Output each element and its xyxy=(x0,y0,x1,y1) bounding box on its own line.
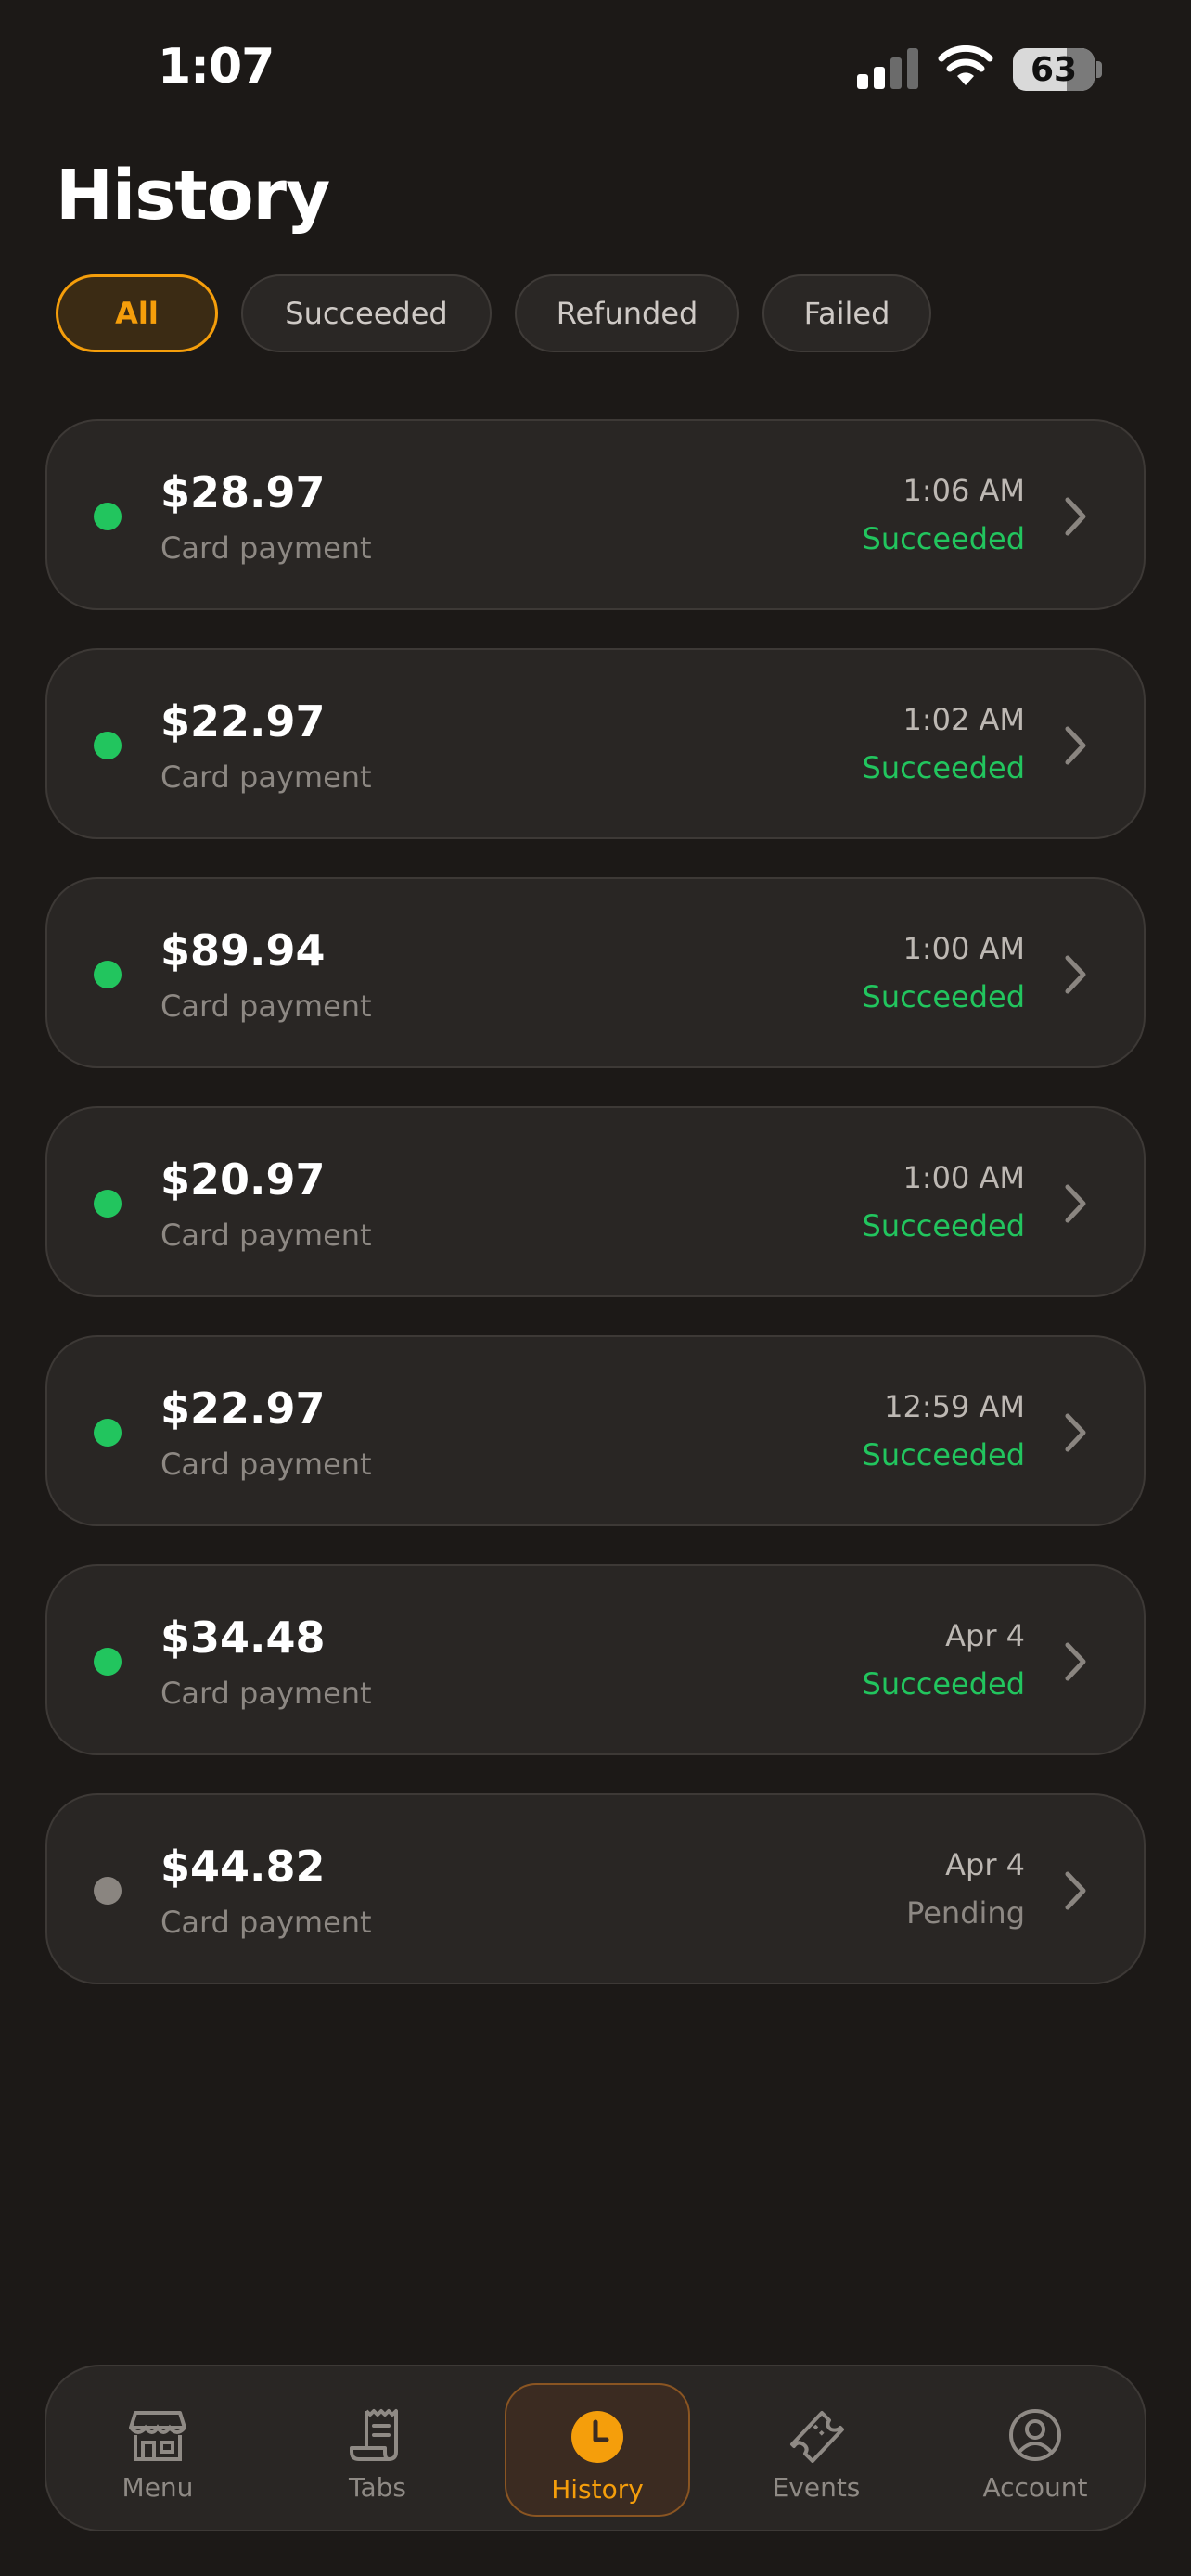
receipt-icon xyxy=(350,2409,398,2461)
transaction-card[interactable]: $20.97 Card payment 1:00 AM Succeeded xyxy=(45,1106,1146,1297)
transaction-card[interactable]: $34.48 Card payment Apr 4 Succeeded xyxy=(45,1564,1146,1755)
tab-tabs[interactable]: Tabs xyxy=(285,2383,470,2517)
transaction-amount: $34.48 xyxy=(160,1613,326,1663)
filter-failed[interactable]: Failed xyxy=(762,274,931,352)
filter-succeeded[interactable]: Succeeded xyxy=(241,274,492,352)
transaction-status: Succeeded xyxy=(862,1208,1025,1243)
tab-history[interactable]: History xyxy=(505,2383,690,2517)
status-dot xyxy=(94,1190,122,1218)
transaction-amount: $89.94 xyxy=(160,925,326,976)
status-dot xyxy=(94,732,122,759)
chevron-right-icon xyxy=(1065,1642,1086,1681)
filter-refunded[interactable]: Refunded xyxy=(515,274,739,352)
payment-method: Card payment xyxy=(160,1218,372,1253)
tab-account[interactable]: Account xyxy=(942,2383,1128,2517)
transaction-amount: $20.97 xyxy=(160,1154,326,1205)
cellular-signal-icon xyxy=(857,48,918,89)
payment-method: Card payment xyxy=(160,988,372,1024)
battery-level: 63 xyxy=(1030,51,1078,89)
filter-chips: All Succeeded Refunded Failed xyxy=(56,274,931,356)
tab-label: Menu xyxy=(122,2472,194,2503)
tab-label: History xyxy=(551,2474,644,2505)
status-dot xyxy=(94,503,122,530)
transaction-status: Pending xyxy=(906,1895,1025,1931)
user-circle-icon xyxy=(1009,2409,1061,2461)
page-title: History xyxy=(56,156,330,236)
transaction-time: 1:00 AM xyxy=(903,1160,1025,1195)
wifi-icon xyxy=(938,45,993,85)
transaction-card[interactable]: $28.97 Card payment 1:06 AM Succeeded xyxy=(45,419,1146,610)
transaction-amount: $28.97 xyxy=(160,467,326,517)
payment-method: Card payment xyxy=(160,1676,372,1711)
chevron-right-icon xyxy=(1065,726,1086,765)
status-time: 1:07 xyxy=(158,39,275,95)
tab-events[interactable]: Events xyxy=(724,2383,909,2517)
transaction-time: 1:02 AM xyxy=(903,702,1025,737)
tab-label: Events xyxy=(772,2472,861,2503)
status-dot xyxy=(94,1648,122,1676)
tab-label: Account xyxy=(982,2472,1088,2503)
payment-method: Card payment xyxy=(160,759,372,795)
payment-method: Card payment xyxy=(160,530,372,566)
chevron-right-icon xyxy=(1065,1413,1086,1452)
transaction-status: Succeeded xyxy=(862,750,1025,785)
tab-label: Tabs xyxy=(349,2472,406,2503)
ticket-icon xyxy=(790,2411,844,2463)
storefront-icon xyxy=(129,2411,186,2461)
payment-method: Card payment xyxy=(160,1905,372,1940)
battery-icon: 63 xyxy=(1013,48,1095,91)
clock-icon xyxy=(571,2411,623,2463)
transaction-card[interactable]: $44.82 Card payment Apr 4 Pending xyxy=(45,1793,1146,1984)
transaction-time: 1:00 AM xyxy=(903,931,1025,966)
status-dot xyxy=(94,961,122,988)
transaction-status: Succeeded xyxy=(862,979,1025,1014)
transaction-time: Apr 4 xyxy=(945,1847,1025,1882)
status-dot xyxy=(94,1419,122,1447)
chevron-right-icon xyxy=(1065,1871,1086,1910)
transaction-card[interactable]: $22.97 Card payment 12:59 AM Succeeded xyxy=(45,1335,1146,1526)
transaction-amount: $22.97 xyxy=(160,696,326,746)
transaction-status: Succeeded xyxy=(862,1437,1025,1473)
transaction-card[interactable]: $89.94 Card payment 1:00 AM Succeeded xyxy=(45,877,1146,1068)
tab-menu[interactable]: Menu xyxy=(65,2383,250,2517)
transaction-list: $28.97 Card payment 1:06 AM Succeeded $2… xyxy=(45,419,1146,2022)
payment-method: Card payment xyxy=(160,1447,372,1482)
chevron-right-icon xyxy=(1065,1184,1086,1223)
chevron-right-icon xyxy=(1065,955,1086,994)
bottom-tab-bar: Menu Tabs History Events Account xyxy=(45,2365,1146,2531)
filter-all[interactable]: All xyxy=(56,274,218,352)
transaction-amount: $44.82 xyxy=(160,1842,326,1892)
transaction-card[interactable]: $22.97 Card payment 1:02 AM Succeeded xyxy=(45,648,1146,839)
transaction-amount: $22.97 xyxy=(160,1384,326,1434)
transaction-status: Succeeded xyxy=(862,1666,1025,1702)
status-dot xyxy=(94,1877,122,1905)
transaction-time: 1:06 AM xyxy=(903,473,1025,508)
transaction-time: 12:59 AM xyxy=(884,1389,1025,1424)
status-bar: 1:07 63 xyxy=(0,0,1191,139)
transaction-time: Apr 4 xyxy=(945,1618,1025,1653)
chevron-right-icon xyxy=(1065,497,1086,536)
transaction-status: Succeeded xyxy=(862,521,1025,556)
